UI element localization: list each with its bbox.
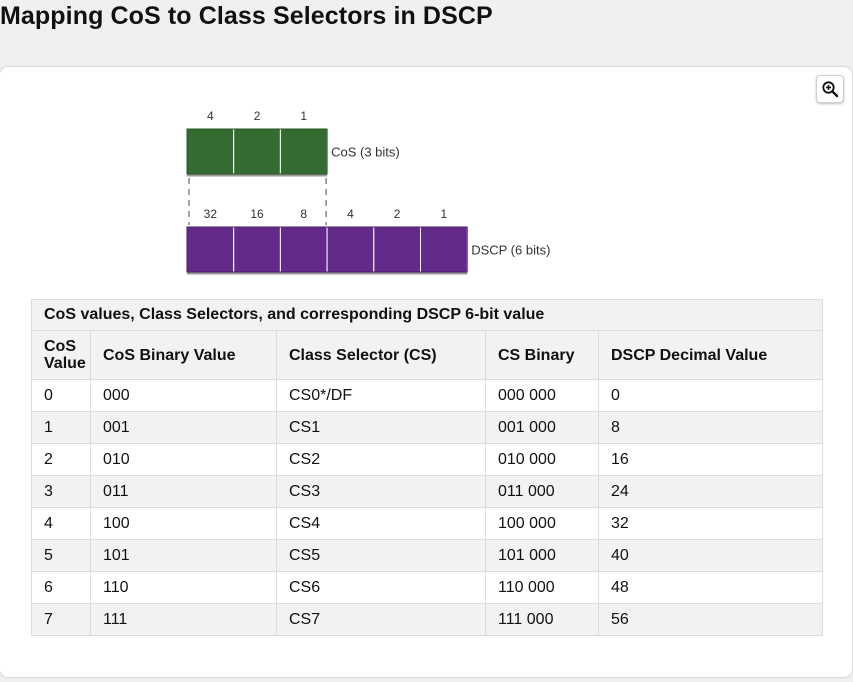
cos-value-cell: 2 [31, 443, 91, 476]
cs-binary-cell: 001 000 [485, 411, 599, 444]
header-cos-value: CoS Value [31, 330, 91, 380]
header-cs-binary: CS Binary [485, 330, 599, 380]
cos-value-cell: 6 [31, 571, 91, 604]
dscp-decimal-cell: 32 [598, 507, 823, 540]
cos-value-cell: 1 [31, 411, 91, 444]
class-selector-cell: CS4 [276, 507, 486, 540]
cs-binary-cell: 111 000 [485, 603, 599, 636]
table-row: 0 000 CS0*/DF 000 000 0 [31, 379, 823, 412]
cos-binary-cell: 000 [90, 379, 277, 412]
cos-binary-cell: 111 [90, 603, 277, 636]
cs-binary-cell: 100 000 [485, 507, 599, 540]
dscp-decimal-cell: 40 [598, 539, 823, 572]
cos-dscp-table-container: CoS values, Class Selectors, and corresp… [31, 299, 823, 636]
cos-dscp-table: CoS values, Class Selectors, and corresp… [31, 299, 823, 636]
class-selector-cell: CS0*/DF [276, 379, 486, 412]
class-selector-cell: CS1 [276, 411, 486, 444]
dscp-decimal-cell: 0 [598, 379, 823, 412]
header-dscp-decimal: DSCP Decimal Value [598, 330, 823, 380]
page-title: Mapping CoS to Class Selectors in DSCP [0, 2, 493, 30]
cos-binary-cell: 011 [90, 475, 277, 508]
cs-binary-cell: 101 000 [485, 539, 599, 572]
dscp-decimal-cell: 48 [598, 571, 823, 604]
table-row: 7 111 CS7 111 000 56 [31, 603, 823, 636]
class-selector-cell: CS2 [276, 443, 486, 476]
header-class-selector: Class Selector (CS) [276, 330, 486, 380]
cos-binary-cell: 100 [90, 507, 277, 540]
cos-value-cell: 4 [31, 507, 91, 540]
table-row: 1 001 CS1 001 000 8 [31, 411, 823, 444]
class-selector-cell: CS6 [276, 571, 486, 604]
zoom-in-icon [822, 81, 839, 98]
table-caption: CoS values, Class Selectors, and corresp… [31, 299, 823, 331]
cos-value-cell: 7 [31, 603, 91, 636]
cs-binary-cell: 011 000 [485, 475, 599, 508]
cs-binary-cell: 010 000 [485, 443, 599, 476]
class-selector-cell: CS3 [276, 475, 486, 508]
table-row: 3 011 CS3 011 000 24 [31, 475, 823, 508]
cos-binary-cell: 010 [90, 443, 277, 476]
class-selector-cell: CS7 [276, 603, 486, 636]
dscp-decimal-cell: 8 [598, 411, 823, 444]
class-selector-cell: CS5 [276, 539, 486, 572]
cos-binary-cell: 110 [90, 571, 277, 604]
cos-binary-cell: 101 [90, 539, 277, 572]
table-row: 6 110 CS6 110 000 48 [31, 571, 823, 604]
table-row: 5 101 CS5 101 000 40 [31, 539, 823, 572]
table-row: 4 100 CS4 100 000 32 [31, 507, 823, 540]
cs-binary-cell: 110 000 [485, 571, 599, 604]
cos-value-cell: 3 [31, 475, 91, 508]
cos-value-cell: 5 [31, 539, 91, 572]
cos-binary-cell: 001 [90, 411, 277, 444]
dscp-decimal-cell: 16 [598, 443, 823, 476]
table-row: 2 010 CS2 010 000 16 [31, 443, 823, 476]
cos-value-cell: 0 [31, 379, 91, 412]
dscp-decimal-cell: 56 [598, 603, 823, 636]
zoom-in-button[interactable] [816, 75, 844, 103]
dscp-decimal-cell: 24 [598, 475, 823, 508]
cs-binary-cell: 000 000 [485, 379, 599, 412]
header-cos-binary: CoS Binary Value [90, 330, 277, 380]
